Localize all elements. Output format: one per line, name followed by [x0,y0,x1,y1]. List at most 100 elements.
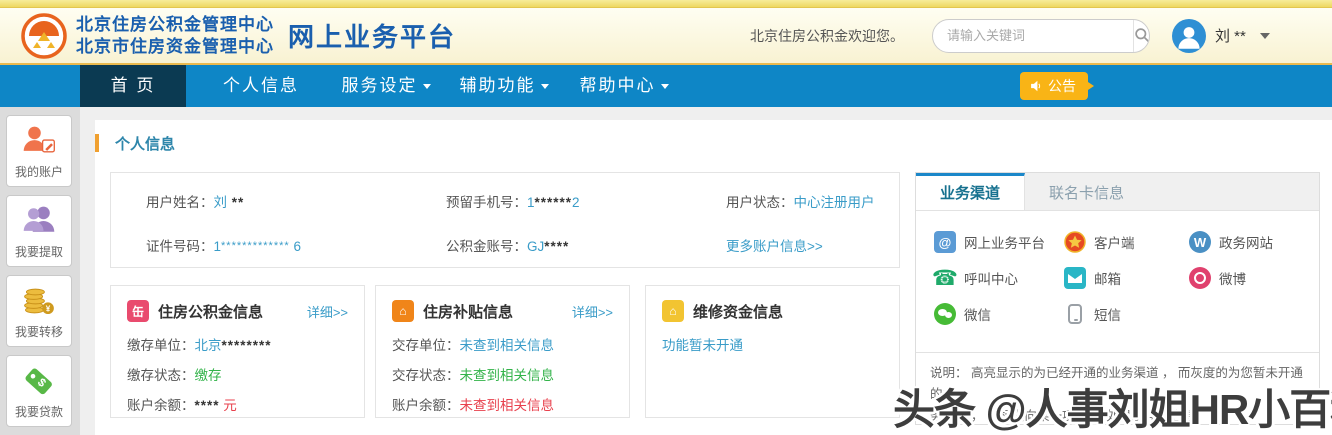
client-app-icon [1064,231,1086,253]
channel-email[interactable]: 邮箱 [1064,267,1189,289]
repair-fund-icon: ⌂ [662,300,684,322]
accent-bar [95,134,99,152]
main-nav: 首 页 个人信息 服务设定 辅助功能 帮助中心 公告 [0,65,1332,107]
nav-auxiliary-functions[interactable]: 辅助功能 [452,65,556,107]
channel-label: 微博 [1219,272,1246,287]
announcement-label: 公告 [1048,78,1076,94]
search-button[interactable] [1133,19,1149,52]
weibo-icon [1189,267,1211,289]
card-row: 缴存单位：北京******** [127,338,272,353]
watermark: 头条 @人事刘姐HR小百科 [893,386,1332,433]
nav-service-settings[interactable]: 服务设定 [336,65,436,107]
field-user-name: 用户姓名：刘 ** [146,195,245,210]
channel-sms[interactable]: 短信 [1064,303,1189,325]
nav-help-center[interactable]: 帮助中心 [572,65,676,107]
user-avatar-icon[interactable] [1172,18,1206,53]
announcement-button[interactable]: 公告 [1020,72,1094,100]
org-name-line1: 北京住房公积金管理中心 [76,15,274,35]
card-row: 账户余额：未查到相关信息 [392,398,554,413]
channel-client-app[interactable]: 客户端 [1064,231,1189,253]
sidebar-item-my-account[interactable]: 我的账户 [6,115,72,187]
coins-icon: ¥ [24,288,54,314]
org-name-line2: 北京市住房资金管理中心 [76,36,274,56]
tabs-filler [1148,173,1319,210]
channel-label: 微信 [964,308,991,323]
field-fund-account: 公积金账号：GJ**** [446,239,570,254]
wechat-icon [934,303,956,325]
channel-label: 政务网站 [1219,236,1273,251]
chevron-down-icon [660,84,669,90]
channel-label: 网上业务平台 [964,236,1045,251]
card-title: 住房补贴信息 [423,303,514,321]
profile-panel: 用户姓名：刘 ** 预留手机号：1******2 用户状态：中心注册用户 证件号… [110,172,900,268]
nav-home[interactable]: 首 页 [80,65,186,107]
nav-service-settings-label: 服务设定 [341,76,418,95]
tab-cobranded-card-info[interactable]: 联名卡信息 [1025,173,1149,210]
channel-label: 呼叫中心 [964,272,1018,287]
sidebar-item-withdraw[interactable]: 我要提取 [6,195,72,267]
header-right: 北京住房公积金欢迎您。 刘 ** [750,8,1270,63]
speaker-icon [1031,80,1041,92]
housing-fund-detail-link[interactable]: 详细>> [307,302,348,321]
search-input[interactable] [933,19,1133,52]
search-box [932,18,1150,53]
welcome-text: 北京住房公积金欢迎您。 [750,27,904,44]
card-row: 交存状态：未查到相关信息 [392,368,554,383]
field-id-number: 证件号码：1************* 6 [146,239,301,254]
chevron-down-icon [540,84,549,90]
panel-tabs: 业务渠道 联名卡信息 [916,173,1319,211]
top-gold-strip [0,0,1332,8]
card-title: 住房公积金信息 [158,303,264,321]
channel-call-center[interactable]: ☎ 呼叫中心 [932,267,1064,290]
org-seal-icon [20,12,68,60]
price-tag-icon: $ [25,368,52,394]
field-phone: 预留手机号：1******2 [446,195,580,210]
nav-help-center-label: 帮助中心 [579,76,656,95]
channel-label: 短信 [1094,308,1121,323]
account-edit-icon [23,126,55,152]
svg-text:¥: ¥ [46,304,51,313]
field-user-status: 用户状态：中心注册用户 [726,195,875,210]
people-icon [23,206,55,232]
card-row: 交存单位：未查到相关信息 [392,338,554,353]
chevron-down-icon [422,84,431,90]
repair-fund-card: ⌂ 维修资金信息 功能暂未开通 [645,285,900,418]
sidebar-item-label: 我要提取 [14,244,63,259]
sidebar-item-loan[interactable]: $ 我要贷款 [6,355,72,427]
page-title: 个人信息 [115,135,176,153]
card-message: 功能暂未开通 [662,338,743,353]
card-title: 维修资金信息 [693,303,784,321]
sidebar-item-label: 我要贷款 [14,404,63,419]
housing-fund-icon: 缶 [127,300,149,322]
tab-business-channels[interactable]: 业务渠道 [916,173,1026,210]
gov-website-icon: W [1189,231,1211,253]
channel-weibo[interactable]: 微博 [1189,267,1309,289]
search-icon [1135,28,1149,43]
housing-subsidy-card: ⌂ 住房补贴信息 详细>> 交存单位：未查到相关信息 交存状态：未查到相关信息 … [375,285,630,418]
online-platform-icon: @ [934,231,956,253]
housing-fund-card: 缶 住房公积金信息 详细>> 缴存单位：北京******** 缴存状态：缴存 账… [110,285,365,418]
nav-auxiliary-functions-label: 辅助功能 [459,76,536,95]
card-row: 账户余额：**** 元 [127,398,237,413]
platform-title: 网上业务平台 [288,22,457,52]
card-row: 缴存状态：缴存 [127,368,222,383]
org-name: 北京住房公积金管理中心 北京市住房资金管理中心 [76,14,274,57]
sidebar-item-label: 我的账户 [14,164,63,179]
channel-wechat[interactable]: 微信 [934,303,1064,325]
channel-online-platform[interactable]: @ 网上业务平台 [934,231,1064,253]
email-icon [1064,267,1086,289]
sms-icon [1064,303,1086,325]
header: 北京住房公积金管理中心 北京市住房资金管理中心 网上业务平台 北京住房公积金欢迎… [0,8,1332,65]
section-header: 个人信息 [95,132,175,154]
sidebar-item-transfer[interactable]: ¥ 我要转移 [6,275,72,347]
more-account-info-link[interactable]: 更多账户信息>> [726,235,916,255]
sidebar-item-label: 我要转移 [14,324,63,339]
channel-gov-website[interactable]: W 政务网站 [1189,231,1309,253]
housing-subsidy-icon: ⌂ [392,300,414,322]
channel-label: 客户端 [1094,236,1135,251]
chevron-down-icon[interactable] [1259,32,1270,39]
nav-personal-info[interactable]: 个人信息 [216,65,306,107]
username[interactable]: 刘 ** [1215,25,1246,46]
channel-grid: @ 网上业务平台 客户端 W 政务网站 ☎ 呼叫中心 邮箱 微博 微信 短信 [916,211,1319,325]
housing-subsidy-detail-link[interactable]: 详细>> [572,302,613,321]
